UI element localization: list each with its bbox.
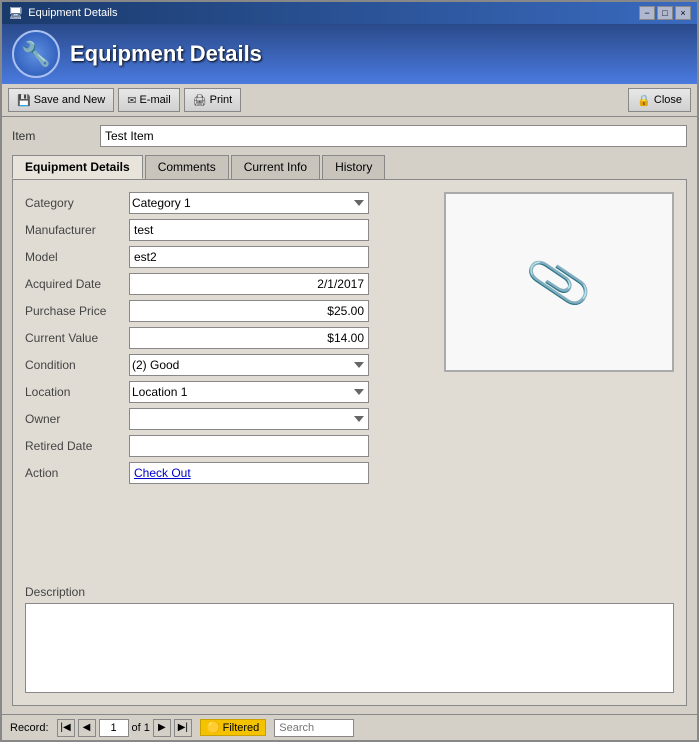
acquired-date-input[interactable] <box>129 273 369 295</box>
manufacturer-input[interactable] <box>129 219 369 241</box>
filtered-badge: 🟡 Filtered <box>200 719 266 736</box>
search-input[interactable] <box>274 719 354 737</box>
email-label: E-mail <box>139 94 170 106</box>
header-section: 🔧 Equipment Details <box>2 24 697 84</box>
purchase-price-input[interactable] <box>129 300 369 322</box>
attachment-box: 📎 <box>444 192 674 372</box>
owner-label: Owner <box>25 412 125 426</box>
filter-icon: 🟡 <box>207 721 221 734</box>
tab-current-info[interactable]: Current Info <box>231 155 320 179</box>
current-value-input[interactable] <box>129 327 369 349</box>
tab-comments[interactable]: Comments <box>145 155 229 179</box>
title-bar-left: 🖥 Equipment Details <box>8 6 118 20</box>
current-value-label: Current Value <box>25 331 125 345</box>
header-title: Equipment Details <box>70 41 262 67</box>
tabs-container: Equipment Details Comments Current Info … <box>12 155 687 706</box>
condition-row: Condition (1) Poor (2) Good (3) Excellen… <box>25 354 424 376</box>
acquired-date-label: Acquired Date <box>25 277 125 291</box>
tab-bar: Equipment Details Comments Current Info … <box>12 155 687 179</box>
status-bar: Record: |◀ ◀ of 1 ▶ ▶| 🟡 Filtered <box>2 714 697 740</box>
acquired-date-row: Acquired Date <box>25 273 424 295</box>
category-row: Category Category 1 Category 2 Category … <box>25 192 424 214</box>
model-input[interactable] <box>129 246 369 268</box>
category-label: Category <box>25 196 125 210</box>
purchase-price-label: Purchase Price <box>25 304 125 318</box>
description-section: Description <box>25 585 674 693</box>
description-textarea[interactable] <box>25 603 674 693</box>
manufacturer-label: Manufacturer <box>25 223 125 237</box>
record-label: Record: <box>10 722 49 734</box>
model-row: Model <box>25 246 424 268</box>
minimize-button[interactable]: − <box>639 6 655 20</box>
window-icon: 🖥 <box>8 6 23 20</box>
retired-date-label: Retired Date <box>25 439 125 453</box>
nav-first-button[interactable]: |◀ <box>57 719 75 737</box>
tab-content: Category Category 1 Category 2 Category … <box>12 179 687 706</box>
window-title: Equipment Details <box>28 7 117 19</box>
description-label: Description <box>25 585 674 599</box>
item-row: Item <box>12 125 687 147</box>
header-icon-symbol: 🔧 <box>21 40 51 69</box>
nav-prev-button[interactable]: ◀ <box>78 719 96 737</box>
retired-date-input[interactable] <box>129 435 369 457</box>
close-button[interactable]: 🔒 Close <box>628 88 691 112</box>
location-row: Location Location 1 Location 2 Location … <box>25 381 424 403</box>
title-bar-controls: − □ × <box>639 6 691 20</box>
condition-label: Condition <box>25 358 125 372</box>
window-close-button[interactable]: × <box>675 6 691 20</box>
manufacturer-row: Manufacturer <box>25 219 424 241</box>
location-select[interactable]: Location 1 Location 2 Location 3 <box>129 381 369 403</box>
title-bar: 🖥 Equipment Details − □ × <box>2 2 697 24</box>
form-section: Category Category 1 Category 2 Category … <box>25 192 674 573</box>
form-fields: Category Category 1 Category 2 Category … <box>25 192 424 573</box>
print-icon: 🖨 <box>193 94 207 107</box>
tab-history[interactable]: History <box>322 155 385 179</box>
toolbar: 💾 Save and New ✉ E-mail 🖨 Print 🔒 Close <box>2 84 697 117</box>
owner-select[interactable] <box>129 408 369 430</box>
category-select[interactable]: Category 1 Category 2 Category 3 <box>129 192 369 214</box>
record-current-input[interactable] <box>99 719 129 737</box>
owner-row: Owner <box>25 408 424 430</box>
item-label: Item <box>12 129 92 143</box>
close-label: Close <box>654 94 682 106</box>
print-label: Print <box>210 94 233 106</box>
filtered-label: Filtered <box>223 722 260 734</box>
paperclip-icon: 📎 <box>523 247 595 318</box>
check-out-link[interactable]: Check Out <box>134 466 191 480</box>
print-button[interactable]: 🖨 Print <box>184 88 242 112</box>
save-icon: 💾 <box>17 94 31 107</box>
action-field: Check Out <box>129 462 369 484</box>
main-window: 🖥 Equipment Details − □ × 🔧 Equipment De… <box>0 0 699 742</box>
condition-select[interactable]: (1) Poor (2) Good (3) Excellent <box>129 354 369 376</box>
nav-last-button[interactable]: ▶| <box>174 719 192 737</box>
tab-equipment-details[interactable]: Equipment Details <box>12 155 143 179</box>
model-label: Model <box>25 250 125 264</box>
current-value-row: Current Value <box>25 327 424 349</box>
record-nav: |◀ ◀ of 1 ▶ ▶| <box>57 719 192 737</box>
item-input[interactable] <box>100 125 687 147</box>
retired-date-row: Retired Date <box>25 435 424 457</box>
save-new-label: Save and New <box>34 94 106 106</box>
purchase-price-row: Purchase Price <box>25 300 424 322</box>
save-new-button[interactable]: 💾 Save and New <box>8 88 114 112</box>
header-icon: 🔧 <box>12 30 60 78</box>
email-icon: ✉ <box>127 94 136 107</box>
action-row: Action Check Out <box>25 462 424 484</box>
email-button[interactable]: ✉ E-mail <box>118 88 179 112</box>
content-area: Item Equipment Details Comments Current … <box>2 117 697 714</box>
maximize-button[interactable]: □ <box>657 6 673 20</box>
location-label: Location <box>25 385 125 399</box>
nav-next-button[interactable]: ▶ <box>153 719 171 737</box>
toolbar-left: 💾 Save and New ✉ E-mail 🖨 Print <box>8 88 241 112</box>
record-total: of 1 <box>132 722 150 734</box>
action-label: Action <box>25 466 125 480</box>
close-icon: 🔒 <box>637 94 651 107</box>
